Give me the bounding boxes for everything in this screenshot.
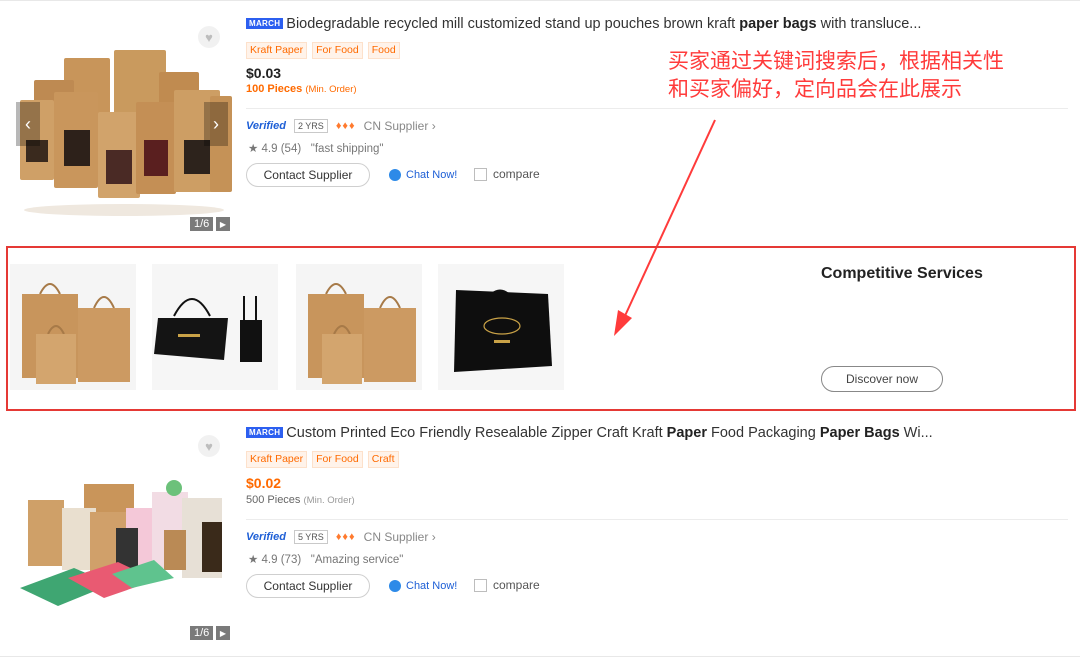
chat-icon [389,169,401,181]
product-title-1[interactable]: MARCH Biodegradable recycled mill customi… [246,16,921,32]
years-badge: 5 YRS [293,530,328,544]
chat-now-link[interactable]: Chat Now! [389,580,457,592]
diamond-rating-icon: ♦♦♦ [335,120,356,132]
supplier-type[interactable]: CN Supplier › [364,530,436,544]
black-bags-image [152,264,278,390]
product-tag[interactable]: Kraft Paper [246,42,308,59]
divider [246,108,1068,109]
product-tags-1: Kraft Paper For Food Food [246,40,405,59]
kraft-pouches-image [14,20,232,220]
favorite-heart-icon[interactable]: ♥ [198,26,220,48]
kraft-bags-image [10,264,136,390]
rating-row-1: ★ 4.9 (54) "fast shipping" [248,143,384,155]
supplier-type[interactable]: CN Supplier › [364,119,436,133]
image-counter: 1/6 [190,626,214,640]
product-price-1: $0.03 [246,65,282,81]
top-divider [0,0,1080,1]
discover-now-button[interactable]: Discover now [821,366,943,392]
favorite-heart-icon[interactable]: ♥ [198,435,220,457]
supplier-row-1: Verified 2 YRS ♦♦♦ CN Supplier › [246,119,436,133]
zipper-pouches-image [14,438,232,628]
product-price-2: $0.02 [246,475,282,491]
march-badge: MARCH [246,18,284,29]
annotation-text: 买家通过关键词搜索后，根据相关性 和买家偏好，定向品会在此展示 [668,49,1004,101]
rating-row-2: ★ 4.9 (73) "Amazing service" [248,554,404,566]
product-image-1[interactable] [14,20,232,220]
promo-product-2[interactable] [152,264,278,390]
diamond-rating-icon: ♦♦♦ [335,531,356,543]
product-title-2[interactable]: MARCH Custom Printed Eco Friendly Reseala… [246,425,933,441]
product-image-2[interactable] [14,438,232,638]
image-counter: 1/6 [190,217,214,231]
checkbox-icon[interactable] [474,167,487,181]
chat-icon [389,580,401,592]
verified-badge: Verified [246,531,286,543]
star-icon: ★ [248,143,259,155]
march-badge: MARCH [246,427,284,438]
promo-title: Competitive Services [821,265,983,282]
kraft-bags-image [296,264,422,390]
verified-badge: Verified [246,120,286,132]
video-play-icon[interactable]: ▶ [216,217,230,231]
contact-supplier-button[interactable]: Contact Supplier [246,574,370,598]
product-tag[interactable]: Kraft Paper [246,451,308,468]
gift-bag-image [438,264,564,390]
promo-product-3[interactable] [296,264,422,390]
star-icon: ★ [248,554,259,566]
next-image-arrow-icon[interactable]: › [204,102,228,146]
checkbox-icon[interactable] [474,578,487,592]
divider [246,519,1068,520]
years-badge: 2 YRS [293,119,328,133]
compare-checkbox[interactable]: compare [474,578,540,592]
prev-image-arrow-icon[interactable]: ‹ [16,102,40,146]
contact-supplier-button[interactable]: Contact Supplier [246,163,370,187]
promo-product-1[interactable] [10,264,136,390]
min-order-2: 500 Pieces (Min. Order) [246,494,355,506]
bottom-divider [0,656,1080,657]
product-tag[interactable]: Craft [367,451,399,468]
chat-now-link[interactable]: Chat Now! [389,169,457,181]
promo-product-4[interactable] [438,264,564,390]
product-tags-2: Kraft Paper For Food Craft [246,449,404,468]
product-tag[interactable]: Food [367,42,400,59]
product-tag[interactable]: For Food [312,451,363,468]
product-tag[interactable]: For Food [312,42,363,59]
video-play-icon[interactable]: ▶ [216,626,230,640]
compare-checkbox[interactable]: compare [474,167,540,181]
supplier-row-2: Verified 5 YRS ♦♦♦ CN Supplier › [246,530,436,544]
min-order-1: 100 Pieces (Min. Order) [246,83,357,95]
